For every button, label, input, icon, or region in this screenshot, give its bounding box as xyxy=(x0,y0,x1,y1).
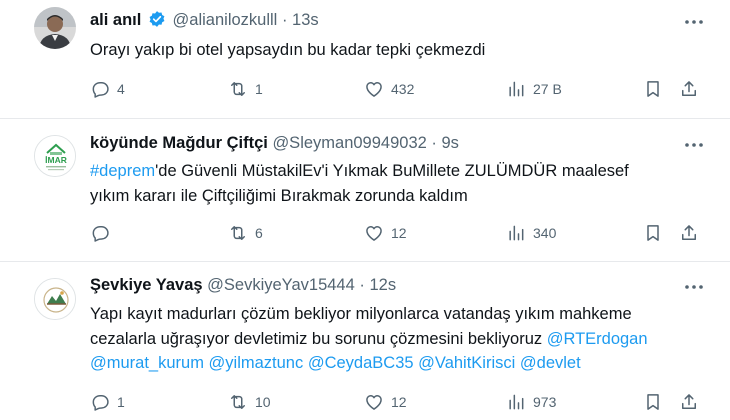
mention-link[interactable]: @CeydaBC35 xyxy=(308,354,414,372)
bookmark-button[interactable] xyxy=(643,391,663,413)
more-options-icon[interactable] xyxy=(683,276,705,298)
tweet-text-line-2: cezalarla uğraşıyor devletimiz bu sorunu… xyxy=(90,327,710,352)
tweet-text-content: Orayı yakıp bi otel yapsaydın bu kadar t… xyxy=(90,41,486,59)
analytics-icon xyxy=(509,225,524,241)
tweet-text-line-1: #deprem'de Güvenli MüstakilEv'i Yıkmak B… xyxy=(90,159,710,184)
like-button[interactable]: 12 xyxy=(364,222,407,244)
mention-link[interactable]: @VahitKirisci xyxy=(418,354,515,372)
retweet-count: 1 xyxy=(255,81,263,97)
reply-icon xyxy=(92,226,109,242)
retweet-icon xyxy=(231,226,245,240)
timestamp[interactable]: 13s xyxy=(292,11,319,29)
mention-link[interactable]: @yilmaztunc xyxy=(209,354,304,372)
mention-link[interactable]: @devlet xyxy=(520,354,581,372)
tweet-header: ali anıl @alianilozkulll · 13s xyxy=(90,9,319,31)
user-handle[interactable]: @SevkiyeYav15444 xyxy=(207,276,355,294)
user-handle[interactable]: @Sleyman09949032 xyxy=(272,134,426,152)
like-button[interactable]: 12 xyxy=(364,391,407,413)
avatar[interactable] xyxy=(34,7,76,49)
reply-button[interactable]: 1 xyxy=(90,391,125,413)
view-count: 973 xyxy=(533,394,557,410)
reply-button[interactable]: 4 xyxy=(90,78,125,100)
heart-icon xyxy=(366,226,382,241)
bookmark-button[interactable] xyxy=(643,222,663,244)
bookmark-icon xyxy=(647,225,659,241)
views-button[interactable]: 340 xyxy=(506,222,556,244)
tweet-text-content: 'de Güvenli MüstakilEv'i Yıkmak BuMillet… xyxy=(155,162,629,180)
timestamp[interactable]: 12s xyxy=(369,276,396,294)
retweet-button[interactable]: 10 xyxy=(228,391,271,413)
tweet-header: Şevkiye Yavaş @SevkiyeYav15444 · 12s xyxy=(90,274,396,296)
display-name[interactable]: köyünde Mağdur Çiftçi xyxy=(90,134,268,152)
views-button[interactable]: 27 B xyxy=(506,78,562,100)
more-options-icon[interactable] xyxy=(683,134,705,156)
display-name[interactable]: ali anıl xyxy=(90,11,141,29)
verified-badge-icon xyxy=(149,11,165,27)
tweet-text: Orayı yakıp bi otel yapsaydın bu kadar t… xyxy=(90,38,710,63)
reply-button[interactable] xyxy=(90,222,117,244)
tweet-header: köyünde Mağdur Çiftçi @Sleyman09949032 ·… xyxy=(90,132,459,154)
retweet-count: 10 xyxy=(255,394,271,410)
tweet-feed: ali anıl @alianilozkulll · 13s Orayı yak… xyxy=(0,0,730,420)
share-icon xyxy=(682,81,696,96)
like-button[interactable]: 432 xyxy=(364,78,414,100)
tweet-text-line-3: @murat_kurum @yilmaztunc @CeydaBC35 @Vah… xyxy=(90,351,710,376)
tweet-text-line-1: Yapı kayıt madurları çözüm bekliyor mily… xyxy=(90,305,632,323)
share-button[interactable] xyxy=(679,78,699,100)
avatar[interactable]: İMAR xyxy=(34,135,76,177)
retweet-icon xyxy=(231,82,245,96)
separator-dot: · xyxy=(431,134,437,152)
like-count: 12 xyxy=(391,225,407,241)
tweet-actions: 1 10 12 973 xyxy=(90,391,710,413)
retweet-count: 6 xyxy=(255,225,263,241)
tweet-3[interactable]: Şevkiye Yavaş @SevkiyeYav15444 · 12s Yap… xyxy=(0,262,730,420)
bookmark-icon xyxy=(647,81,659,97)
share-button[interactable] xyxy=(679,222,699,244)
user-handle[interactable]: @alianilozkulll xyxy=(173,11,278,29)
retweet-button[interactable]: 1 xyxy=(228,78,263,100)
heart-icon xyxy=(366,82,382,97)
reply-count: 1 xyxy=(117,394,125,410)
more-options-icon[interactable] xyxy=(683,11,705,33)
share-icon xyxy=(682,394,696,409)
share-icon xyxy=(682,225,696,240)
share-button[interactable] xyxy=(679,391,699,413)
tweet-text-content: cezalarla uğraşıyor devletimiz bu sorunu… xyxy=(90,329,547,348)
separator-dot: · xyxy=(281,11,288,29)
timestamp[interactable]: 9s xyxy=(441,134,458,152)
like-count: 12 xyxy=(391,394,407,410)
mention-link[interactable]: @RTErdogan xyxy=(547,330,648,348)
analytics-icon xyxy=(509,394,524,410)
retweet-button[interactable]: 6 xyxy=(228,222,263,244)
tweet-2[interactable]: İMAR köyünde Mağdur Çiftçi @Sleyman09949… xyxy=(0,119,730,261)
reply-count: 4 xyxy=(117,81,125,97)
mention-link[interactable]: @murat_kurum xyxy=(90,354,204,372)
tweet-text: Yapı kayıt madurları çözüm bekliyor mily… xyxy=(90,302,710,376)
tweet-1[interactable]: ali anıl @alianilozkulll · 13s Orayı yak… xyxy=(0,0,730,118)
retweet-icon xyxy=(231,395,245,409)
bookmark-button[interactable] xyxy=(643,78,663,100)
view-count: 27 B xyxy=(533,81,562,97)
views-button[interactable]: 973 xyxy=(506,391,556,413)
tweet-actions: 4 1 432 27 B xyxy=(90,78,710,100)
like-count: 432 xyxy=(391,81,415,97)
reply-icon xyxy=(92,395,109,411)
avatar-logo-text: İMAR xyxy=(45,155,67,165)
tweet-text: #deprem'de Güvenli MüstakilEv'i Yıkmak B… xyxy=(90,159,710,208)
display-name[interactable]: Şevkiye Yavaş xyxy=(90,276,203,294)
avatar[interactable] xyxy=(34,278,76,320)
tweet-text-line-2: yıkım kararı ile Çiftçiliğimi Bırakmak z… xyxy=(90,186,468,205)
analytics-icon xyxy=(509,81,524,97)
reply-icon xyxy=(92,82,109,98)
tweet-actions: 6 12 340 xyxy=(90,222,710,244)
view-count: 340 xyxy=(533,225,557,241)
bookmark-icon xyxy=(647,394,659,410)
heart-icon xyxy=(366,395,382,410)
separator-dot: · xyxy=(359,276,365,294)
hashtag-link[interactable]: #deprem xyxy=(90,162,155,180)
